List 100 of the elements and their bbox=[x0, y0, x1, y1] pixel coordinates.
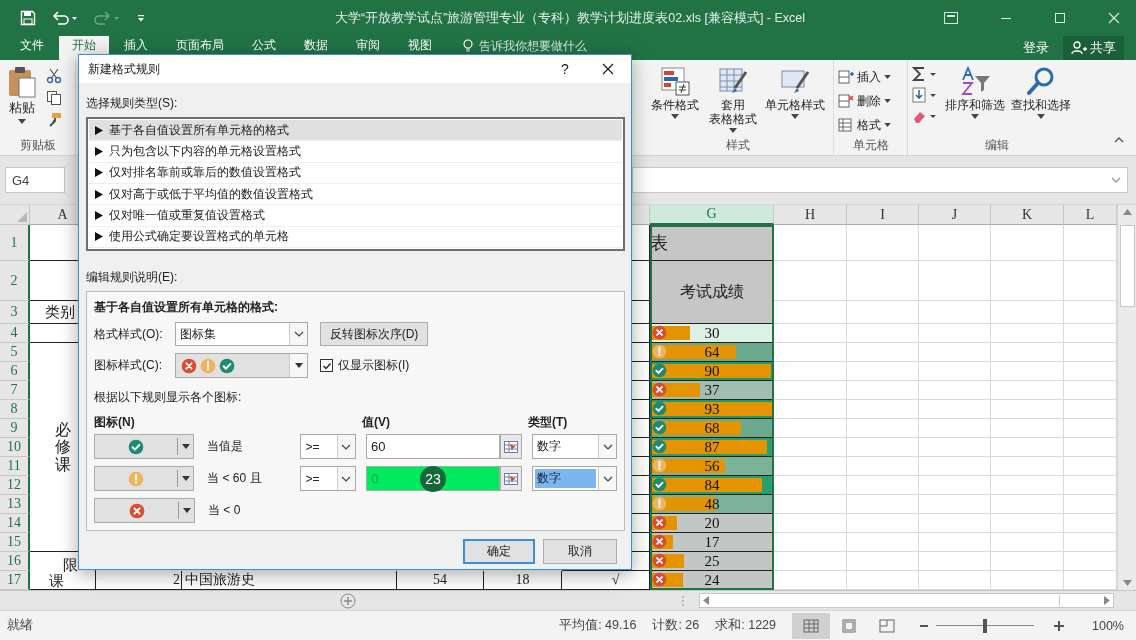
normal-view-icon[interactable] bbox=[792, 612, 830, 639]
reverse-order-button[interactable]: 反转图标次序(D) bbox=[320, 322, 428, 346]
row-number[interactable]: 11 bbox=[0, 457, 30, 476]
column-header[interactable]: H bbox=[774, 205, 847, 225]
close-icon[interactable] bbox=[1108, 12, 1120, 24]
ribbon-button[interactable]: 插入 bbox=[838, 66, 891, 88]
ribbon-button[interactable]: 套用 表格格式 bbox=[703, 64, 762, 135]
row-number[interactable]: 6 bbox=[0, 362, 30, 381]
cancel-button[interactable]: 取消 bbox=[543, 539, 617, 564]
ribbon-tab[interactable]: 审阅 bbox=[343, 36, 393, 60]
ribbon-button[interactable]: 条件格式 bbox=[646, 64, 704, 121]
type-dropdown[interactable]: 数字 bbox=[531, 466, 617, 491]
rule-type-item[interactable]: 只为包含以下内容的单元格设置格式 bbox=[89, 141, 622, 163]
redo-icon[interactable] bbox=[94, 10, 120, 26]
undo-icon[interactable] bbox=[52, 10, 78, 26]
row-number[interactable]: 16 bbox=[0, 552, 30, 571]
row-number[interactable]: 5 bbox=[0, 343, 30, 362]
row-number[interactable]: 4 bbox=[0, 324, 30, 343]
ribbon-tab[interactable]: 视图 bbox=[395, 36, 445, 60]
ribbon-button[interactable]: 单元格样式 bbox=[761, 64, 829, 121]
scroll-thumb[interactable] bbox=[1119, 225, 1135, 307]
row-number[interactable]: 7 bbox=[0, 381, 30, 400]
row-number[interactable]: 14 bbox=[0, 514, 30, 533]
column-header[interactable]: L bbox=[1064, 205, 1117, 225]
icon-style-dropdown[interactable] bbox=[175, 353, 308, 378]
row-number[interactable]: 8 bbox=[0, 400, 30, 419]
ribbon-display-icon[interactable] bbox=[944, 12, 958, 24]
add-sheet-icon[interactable] bbox=[340, 592, 356, 609]
slider-thumb[interactable] bbox=[983, 618, 987, 633]
column-header[interactable]: K bbox=[991, 205, 1064, 225]
row-number[interactable]: 15 bbox=[0, 533, 30, 552]
rule-type-item[interactable]: 仅对排名靠前或靠后的数值设置格式 bbox=[89, 162, 622, 184]
formula-field[interactable] bbox=[632, 167, 1128, 193]
ribbon-tab[interactable]: 数据 bbox=[291, 36, 341, 60]
expand-icon[interactable] bbox=[1111, 177, 1121, 183]
row-number[interactable]: 3 bbox=[0, 301, 30, 324]
value-field[interactable]: 0 23 bbox=[365, 466, 500, 491]
scroll-up-icon[interactable] bbox=[1122, 209, 1132, 215]
scroll-down-icon[interactable] bbox=[1122, 580, 1132, 586]
tell-me-field[interactable]: 告诉我你想要做什么 bbox=[479, 38, 609, 53]
ribbon-tab[interactable]: 插入 bbox=[111, 36, 161, 60]
column-header[interactable]: I bbox=[847, 205, 919, 225]
value-field[interactable]: 60 bbox=[365, 434, 500, 459]
chevron-icon bbox=[341, 443, 352, 450]
horizontal-scrollbar[interactable] bbox=[699, 593, 1114, 608]
exclamation-icon bbox=[652, 496, 667, 511]
scissors-icon[interactable] bbox=[46, 68, 62, 84]
ribbon-button[interactable]: 排序和筛选 bbox=[942, 64, 1008, 121]
icon-dropdown[interactable] bbox=[94, 498, 195, 523]
icon-dropdown[interactable] bbox=[94, 466, 195, 491]
scroll-left-icon[interactable] bbox=[703, 596, 709, 605]
zoom-level[interactable]: 100% bbox=[1092, 618, 1124, 633]
name-box[interactable]: G4 bbox=[5, 167, 65, 193]
rule-type-item[interactable]: 基于各自值设置所有单元格的格式 bbox=[89, 120, 622, 142]
ribbon-tab[interactable]: 公式 bbox=[239, 36, 289, 60]
zoom-in-icon[interactable] bbox=[1054, 620, 1064, 631]
fill-down-icon[interactable] bbox=[912, 87, 938, 103]
paste-button[interactable]: 粘贴 bbox=[4, 64, 40, 126]
ribbon-button[interactable]: 格式 bbox=[838, 114, 891, 136]
chevron-icon bbox=[602, 443, 613, 450]
sign-in-link[interactable]: 登录 bbox=[1013, 36, 1059, 60]
row-number[interactable]: 10 bbox=[0, 438, 30, 457]
share-button[interactable]: 共享 bbox=[1063, 36, 1124, 60]
lightbulb-icon bbox=[461, 38, 475, 52]
column-header[interactable]: G bbox=[650, 205, 774, 225]
row-number[interactable]: 17 bbox=[0, 571, 30, 590]
operator-dropdown[interactable]: >= bbox=[300, 466, 356, 491]
scroll-right-icon[interactable] bbox=[1104, 596, 1110, 605]
rule-type-item[interactable]: 仅对唯一值或重复值设置格式 bbox=[89, 205, 622, 227]
row-number[interactable]: 9 bbox=[0, 419, 30, 438]
help-button[interactable]: ? bbox=[545, 55, 585, 83]
ribbon-tab[interactable]: 页面布局 bbox=[163, 36, 237, 60]
ribbon-button[interactable]: 查找和选择 bbox=[1008, 64, 1074, 121]
sum-icon[interactable] bbox=[912, 66, 938, 82]
collapse-ribbon-icon[interactable] bbox=[1114, 137, 1124, 143]
copy-icon[interactable] bbox=[46, 90, 62, 106]
icon-dropdown[interactable] bbox=[94, 434, 195, 459]
column-header[interactable]: J bbox=[919, 205, 991, 225]
vertical-scrollbar[interactable] bbox=[1117, 205, 1136, 590]
exclamation-icon bbox=[652, 458, 667, 473]
save-icon[interactable] bbox=[20, 10, 36, 26]
ok-button[interactable]: 确定 bbox=[463, 539, 535, 564]
score-value: 90 bbox=[704, 362, 720, 380]
operator-dropdown[interactable]: >= bbox=[300, 434, 356, 459]
type-dropdown[interactable]: 数字 bbox=[531, 434, 617, 459]
ribbon-button[interactable]: 删除 bbox=[838, 90, 891, 112]
checkbox[interactable] bbox=[320, 359, 333, 372]
row-number[interactable]: 2 bbox=[0, 261, 30, 301]
rule-type-item[interactable]: 仅对高于或低于平均值的数值设置格式 bbox=[89, 184, 622, 206]
row-number[interactable]: 1 bbox=[0, 225, 30, 261]
status-stat: 求和: 1229 bbox=[715, 617, 776, 634]
cell-reference-button[interactable] bbox=[499, 434, 522, 459]
caret-icon bbox=[181, 476, 190, 481]
ribbon-tab[interactable]: 文件 bbox=[7, 36, 57, 60]
row-number[interactable]: 12 bbox=[0, 476, 30, 495]
row-number[interactable]: 13 bbox=[0, 495, 30, 514]
rule-type-item[interactable]: 使用公式确定要设置格式的单元格 bbox=[89, 226, 622, 248]
maximize-icon[interactable] bbox=[1054, 12, 1066, 24]
cell-reference-button[interactable] bbox=[499, 466, 522, 491]
format-style-dropdown[interactable]: 图标集 bbox=[175, 322, 308, 346]
